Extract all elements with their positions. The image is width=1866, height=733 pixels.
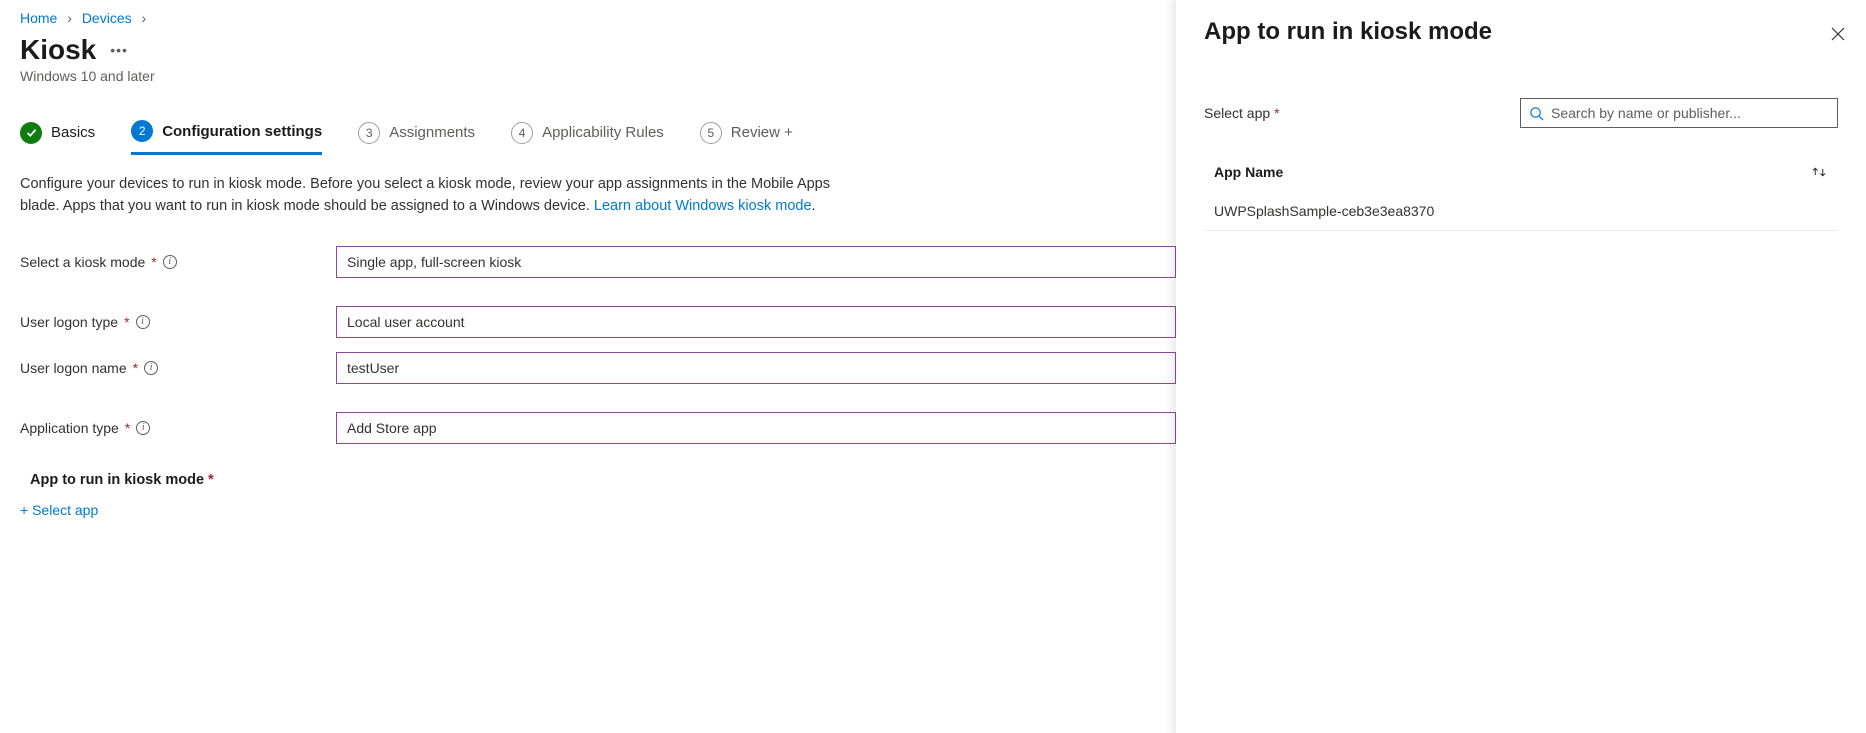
tab-review[interactable]: 5 Review + [700,122,793,154]
info-icon[interactable]: i [136,421,150,435]
required-indicator: * [133,360,138,376]
step-number: 5 [700,122,722,144]
select-app-link[interactable]: + Select app [20,502,98,518]
tab-label: Review + [731,124,793,141]
description-text: Configure your devices to run in kiosk m… [20,173,860,218]
breadcrumb-devices[interactable]: Devices [82,10,132,26]
select-app-label: Select app * [1204,105,1520,121]
panel-title: App to run in kiosk mode [1204,18,1838,46]
step-number: 4 [511,122,533,144]
required-indicator: * [208,472,214,488]
tab-configuration-settings[interactable]: 2 Configuration settings [131,120,322,155]
logon-name-label: User logon name * i [20,360,336,376]
breadcrumb: Home › Devices › [20,10,1176,26]
col-app-name[interactable]: App Name [1214,164,1283,180]
tab-label: Configuration settings [162,123,322,140]
tab-label: Assignments [389,124,475,141]
learn-link[interactable]: Learn about Windows kiosk mode [594,198,812,214]
tab-label: Applicability Rules [542,124,664,141]
close-button[interactable] [1828,24,1848,44]
table-row[interactable]: UWPSplashSample-ceb3e3ea8370 [1204,192,1838,231]
required-indicator: * [151,254,156,270]
sort-icon[interactable] [1810,165,1828,179]
app-to-run-heading: App to run in kiosk mode* [30,472,1176,488]
kiosk-mode-label: Select a kiosk mode * i [20,254,336,270]
chevron-right-icon: › [142,10,147,26]
step-number: 3 [358,122,380,144]
app-type-label: Application type * i [20,420,336,436]
tab-label: Basics [51,124,95,141]
check-icon [20,122,42,144]
tab-applicability-rules[interactable]: 4 Applicability Rules [511,122,664,154]
info-icon[interactable]: i [144,361,158,375]
required-indicator: * [125,420,130,436]
chevron-right-icon: › [67,10,72,26]
search-input[interactable] [1551,105,1829,121]
tab-basics[interactable]: Basics [20,122,95,154]
page-title: Kiosk [20,34,96,66]
breadcrumb-home[interactable]: Home [20,10,57,26]
select-app-panel: App to run in kiosk mode Select app * Ap… [1176,0,1866,733]
app-table: App Name UWPSplashSample-ceb3e3ea8370 [1204,164,1838,231]
required-indicator: * [124,314,129,330]
step-number: 2 [131,120,153,142]
logon-type-label: User logon type * i [20,314,336,330]
info-icon[interactable]: i [163,255,177,269]
logon-type-select[interactable] [336,306,1176,338]
tab-assignments[interactable]: 3 Assignments [358,122,475,154]
info-icon[interactable]: i [136,315,150,329]
required-indicator: * [1274,105,1279,121]
app-type-select[interactable] [336,412,1176,444]
search-input-wrap[interactable] [1520,98,1838,128]
more-actions-button[interactable]: ••• [110,42,128,58]
logon-name-input[interactable] [336,352,1176,384]
kiosk-mode-select[interactable] [336,246,1176,278]
wizard-tabs: Basics 2 Configuration settings 3 Assign… [20,120,1176,155]
search-icon [1529,106,1544,121]
page-subtitle: Windows 10 and later [20,68,1176,84]
